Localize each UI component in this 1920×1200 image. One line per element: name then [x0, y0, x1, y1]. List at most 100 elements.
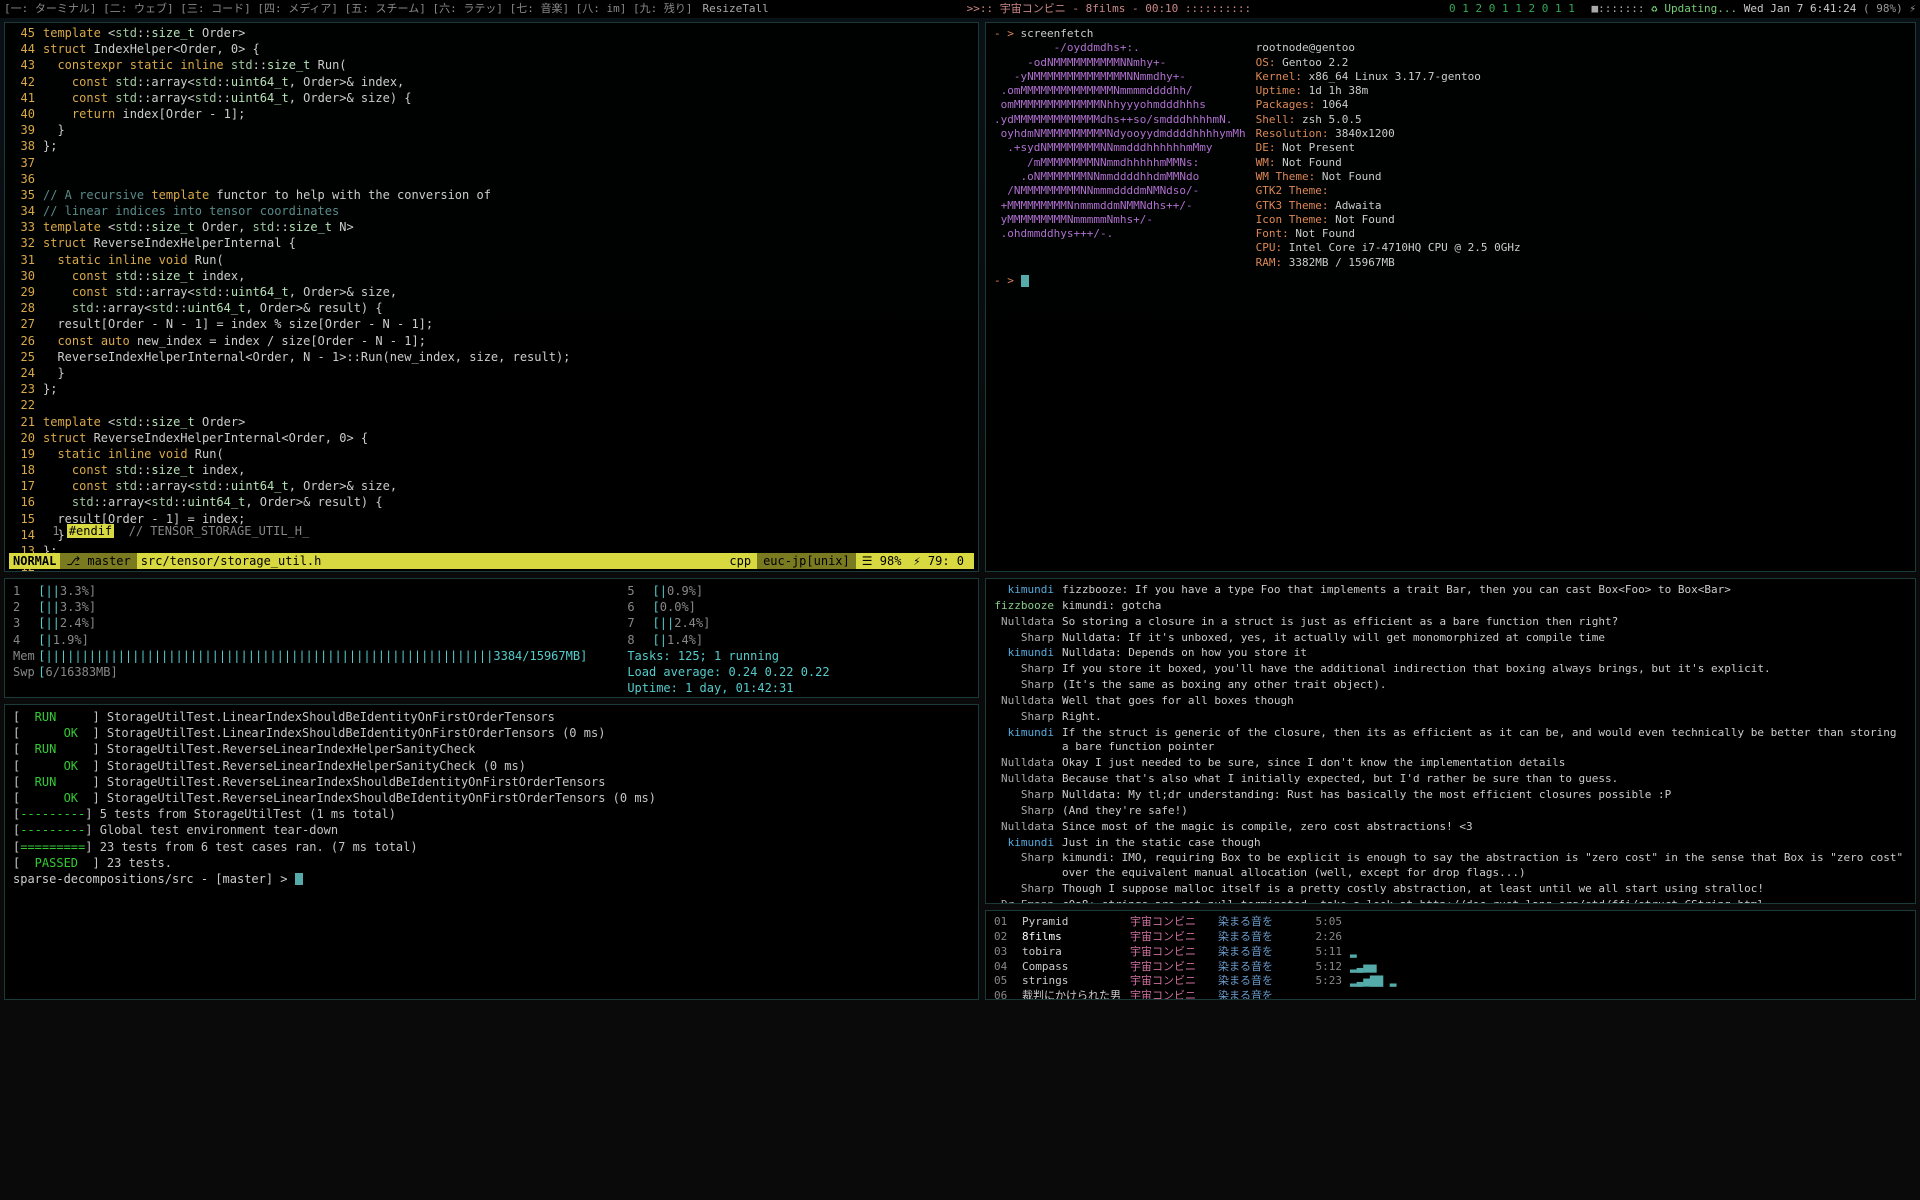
- code-line[interactable]: 28 std::array<std::uint64_t, Order>& res…: [9, 300, 974, 316]
- htop-pane[interactable]: 1 [||3.3%]2 [||3.3%]3 [||2.4%]4 [|1.9%]M…: [4, 578, 979, 698]
- git-branch: ⎇ master: [60, 553, 136, 569]
- irc-message: kimundiNulldata: Depends on how you stor…: [994, 646, 1907, 661]
- sysinfo-row: GTK2 Theme:: [1256, 184, 1521, 198]
- playlist-track[interactable]: 028films宇宙コンビニ染まる音を2:26: [994, 930, 1907, 945]
- shell-cursor[interactable]: [295, 873, 303, 885]
- irc-message: fizzboozekimundi: gotcha: [994, 599, 1907, 614]
- cpu-bar: 7 [||2.4%]: [627, 615, 970, 631]
- code-line[interactable]: 17 const std::array<std::uint64_t, Order…: [9, 478, 974, 494]
- cpu-bar: 6 [0.0%]: [627, 599, 970, 615]
- playlist-track[interactable]: 06裁判にかけられた男宇宙コンビニ染まる音を: [994, 989, 1907, 1000]
- code-line[interactable]: 34// linear indices into tensor coordina…: [9, 203, 974, 219]
- screenfetch-cmd: screenfetch: [1021, 27, 1094, 40]
- uptime: Uptime: 1 day, 01:42:31: [627, 681, 793, 695]
- code-line[interactable]: 18 const std::size_t index,: [9, 462, 974, 478]
- code-line[interactable]: 44struct IndexHelper<Order, 0> {: [9, 41, 974, 57]
- irc-message: SharpNulldata: If it's unboxed, yes, it …: [994, 631, 1907, 646]
- code-line[interactable]: 27 result[Order - N - 1] = index % size[…: [9, 316, 974, 332]
- editor-pane[interactable]: 45template <std::size_t Order>44struct I…: [4, 22, 979, 572]
- irc-message: NulldataBecause that's also what I initi…: [994, 772, 1907, 787]
- test-output-pane[interactable]: [ RUN ] StorageUtilTest.LinearIndexShoul…: [4, 704, 979, 1000]
- test-line: [ OK ] StorageUtilTest.ReverseLinearInde…: [13, 758, 970, 774]
- sysinfo-row: Resolution: 3840x1200: [1256, 127, 1521, 141]
- cpu-bar: Mem [|||||||||||||||||||||||||||||||||||…: [13, 648, 587, 664]
- battery-indicator: ( 98%) ⚡: [1863, 2, 1916, 15]
- sysinfo-row: GTK3 Theme: Adwaita: [1256, 199, 1521, 213]
- irc-message: NulldataSo storing a closure in a struct…: [994, 615, 1907, 630]
- irc-message: Sharp(It's the same as boxing any other …: [994, 678, 1907, 693]
- code-line[interactable]: 42 const std::array<std::uint64_t, Order…: [9, 74, 974, 90]
- workspace-numbers: 0 1 2 0 1 1 2 0 1 1: [1449, 2, 1575, 15]
- code-line[interactable]: 26 const auto new_index = index / size[O…: [9, 333, 974, 349]
- file-lang: cpp: [723, 553, 757, 569]
- scroll-percent: ☰ 98%: [856, 553, 908, 569]
- code-line[interactable]: 29 const std::array<std::uint64_t, Order…: [9, 284, 974, 300]
- layout-name: ResizeTall: [703, 2, 769, 17]
- code-line[interactable]: 22: [9, 397, 974, 413]
- terminal-cursor[interactable]: [1021, 275, 1029, 287]
- sysinfo-row: WM: Not Found: [1256, 156, 1521, 170]
- editor-status-bar: NORMAL ⎇ master src/tensor/storage_util.…: [9, 553, 974, 569]
- cpu-bar: 8 [|1.4%]: [627, 632, 970, 648]
- code-line[interactable]: 25 ReverseIndexHelperInternal<Order, N -…: [9, 349, 974, 365]
- code-line[interactable]: 30 const std::size_t index,: [9, 268, 974, 284]
- updating-indicator: ♻ Updating...: [1651, 2, 1737, 15]
- editor-preview-line: 1 #endif // TENSOR_STORAGE_UTIL_H_: [9, 506, 974, 555]
- code-line[interactable]: 31 static inline void Run(: [9, 252, 974, 268]
- sysinfo-row: Uptime: 1d 1h 38m: [1256, 84, 1521, 98]
- irc-message: kimundiJust in the static case though: [994, 836, 1907, 851]
- shell-prompt[interactable]: sparse-decompositions/src - [master] >: [13, 872, 295, 886]
- music-pane[interactable]: 01Pyramid宇宙コンビニ染まる音を5:05028films宇宙コンビニ染ま…: [985, 910, 1916, 1000]
- playlist-track[interactable]: 01Pyramid宇宙コンビニ染まる音を5:05: [994, 915, 1907, 930]
- vim-mode: NORMAL: [13, 553, 56, 569]
- system-info: rootnode@gentooOS: Gentoo 2.2Kernel: x86…: [1256, 41, 1521, 270]
- screenfetch-pane[interactable]: - > screenfetch -/oyddmdhs+:. -odNMMMMMM…: [985, 22, 1916, 572]
- code-line[interactable]: 35// A recursive template functor to hel…: [9, 187, 974, 203]
- cpu-bar: 2 [||3.3%]: [13, 599, 587, 615]
- top-status-bar: [一: ターミナル] [二: ウェブ] [三: コード] [四: メディア] […: [0, 0, 1920, 18]
- code-line[interactable]: 43 constexpr static inline std::size_t R…: [9, 57, 974, 73]
- irc-message: SharpIf you store it boxed, you'll have …: [994, 662, 1907, 677]
- irc-message: NulldataWell that goes for all boxes tho…: [994, 694, 1907, 709]
- irc-message: Sharp(And they're safe!): [994, 804, 1907, 819]
- irc-pane[interactable]: kimundifizzbooze: If you have a type Foo…: [985, 578, 1916, 904]
- sysinfo-row: Packages: 1064: [1256, 98, 1521, 112]
- code-line[interactable]: 38};: [9, 138, 974, 154]
- file-path: src/tensor/storage_util.h: [141, 553, 724, 569]
- clock: Wed Jan 7 6:41:24: [1744, 2, 1857, 15]
- test-line: [ RUN ] StorageUtilTest.LinearIndexShoul…: [13, 709, 970, 725]
- code-line[interactable]: 45template <std::size_t Order>: [9, 25, 974, 41]
- cpu-bar: Swp [6/16383MB]: [13, 664, 587, 680]
- irc-message: Dr-Emannc0a8: strings are not null termi…: [994, 898, 1907, 904]
- cpu-bar: 5 [|0.9%]: [627, 583, 970, 599]
- code-line[interactable]: 19 static inline void Run(: [9, 446, 974, 462]
- load-average: Load average: 0.24 0.22 0.22: [627, 665, 829, 679]
- ascii-logo: -/oyddmdhs+:. -odNMMMMMMMMMMNNmhy+- -yNM…: [994, 41, 1246, 270]
- code-line[interactable]: 33template <std::size_t Order, std::size…: [9, 219, 974, 235]
- code-line[interactable]: 40 return index[Order - 1];: [9, 106, 974, 122]
- code-line[interactable]: 39 }: [9, 122, 974, 138]
- code-line[interactable]: 32struct ReverseIndexHelperInternal {: [9, 235, 974, 251]
- workspace-list[interactable]: [一: ターミナル] [二: ウェブ] [三: コード] [四: メディア] […: [4, 2, 693, 17]
- playlist-track[interactable]: 04Compass宇宙コンビニ染まる音を5:12▂▃▅▅: [994, 960, 1907, 975]
- now-playing: >>:: 宇宙コンビニ - 8films - 00:10 ::::::::::: [769, 2, 1449, 17]
- sysinfo-row: Icon Theme: Not Found: [1256, 213, 1521, 227]
- code-line[interactable]: 23};: [9, 381, 974, 397]
- irc-message: NulldataSince most of the magic is compi…: [994, 820, 1907, 835]
- sysinfo-row: WM Theme: Not Found: [1256, 170, 1521, 184]
- playlist-track[interactable]: 05strings宇宙コンビニ染まる音を5:23▂▃▅▇▇ ▂: [994, 974, 1907, 989]
- test-line: [ RUN ] StorageUtilTest.ReverseLinearInd…: [13, 774, 970, 790]
- code-line[interactable]: 36: [9, 171, 974, 187]
- playlist-track[interactable]: 03tobira宇宙コンビニ染まる音を5:11▂: [994, 945, 1907, 960]
- code-line[interactable]: 37: [9, 155, 974, 171]
- code-line[interactable]: 41 const std::array<std::uint64_t, Order…: [9, 90, 974, 106]
- sysinfo-row: OS: Gentoo 2.2: [1256, 56, 1521, 70]
- code-line[interactable]: 21template <std::size_t Order>: [9, 414, 974, 430]
- code-line[interactable]: 20struct ReverseIndexHelperInternal<Orde…: [9, 430, 974, 446]
- code-line[interactable]: 24 }: [9, 365, 974, 381]
- cpu-bar: 3 [||2.4%]: [13, 615, 587, 631]
- irc-message: kimundifizzbooze: If you have a type Foo…: [994, 583, 1907, 598]
- test-line: [ OK ] StorageUtilTest.ReverseLinearInde…: [13, 790, 970, 806]
- irc-message: NulldataOkay I just needed to be sure, s…: [994, 756, 1907, 771]
- irc-message: SharpNulldata: My tl;dr understanding: R…: [994, 788, 1907, 803]
